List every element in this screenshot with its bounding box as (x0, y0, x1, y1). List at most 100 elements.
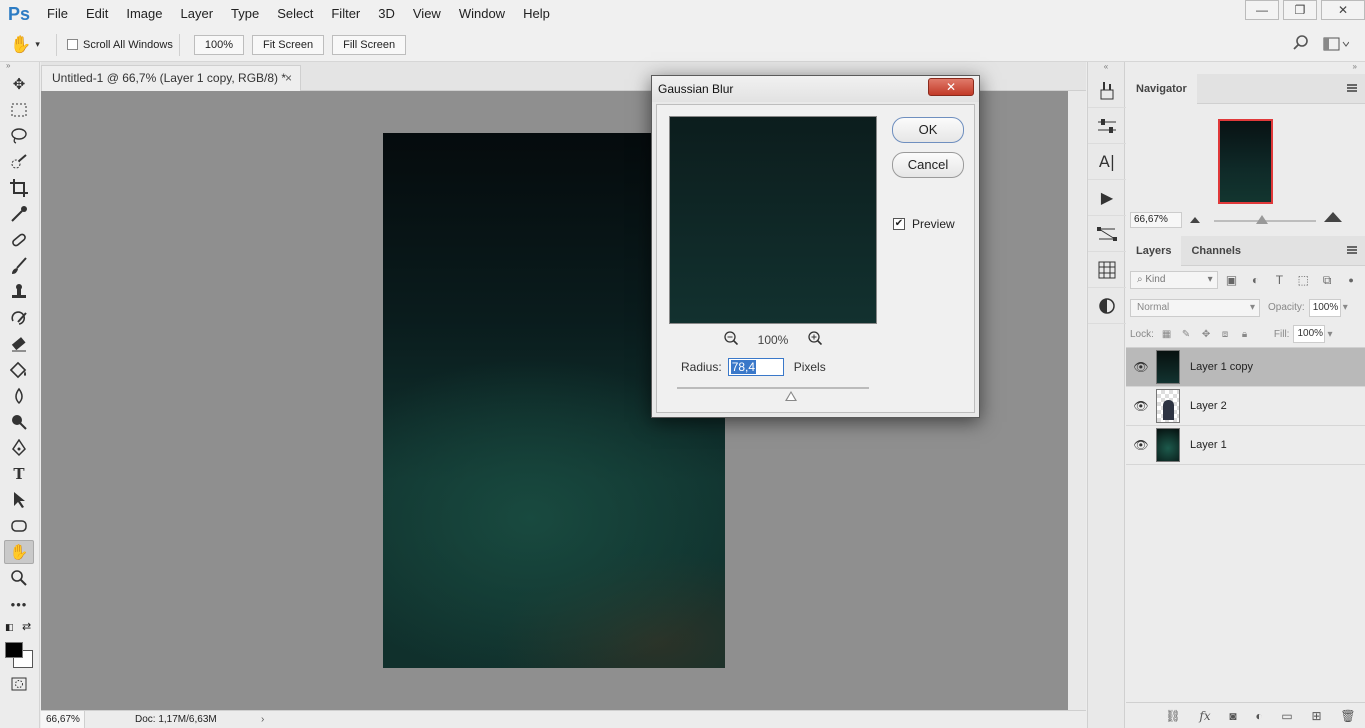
vertical-scrollbar[interactable] (1068, 91, 1086, 710)
scroll-all-windows-checkbox[interactable]: Scroll All Windows (67, 39, 173, 51)
eyedropper-tool-icon[interactable] (4, 202, 34, 226)
zoom-out-icon[interactable] (722, 331, 740, 348)
move-tool-icon[interactable]: ✥ (4, 72, 34, 96)
menu-view[interactable]: View (404, 0, 450, 28)
fit-screen-button[interactable]: Fit Screen (252, 34, 325, 55)
fill-dropdown-icon[interactable]: ▾ (1327, 329, 1332, 340)
radius-value[interactable]: 78,4 (730, 360, 757, 374)
preview-check-icon[interactable]: ✔ (893, 218, 905, 230)
type-tool-icon[interactable]: T (4, 462, 34, 486)
status-zoom-field[interactable]: 66,67% (41, 711, 85, 728)
layers-menu-icon[interactable] (1347, 246, 1357, 254)
layer-row[interactable]: 👁︎ Layer 1 (1126, 426, 1365, 465)
fill-screen-button[interactable]: Fill Screen (332, 34, 407, 55)
menu-edit[interactable]: Edit (77, 0, 117, 28)
paths-icon[interactable] (1088, 216, 1126, 252)
close-window-button[interactable]: ✕ (1321, 0, 1365, 20)
quick-mask-icon[interactable] (4, 672, 34, 696)
layer-thumbnail[interactable] (1156, 428, 1180, 462)
layer-thumbnail[interactable] (1156, 389, 1180, 423)
pen-tool-icon[interactable] (4, 436, 34, 460)
status-menu-arrow-icon[interactable]: › (261, 711, 264, 728)
eraser-tool-icon[interactable] (4, 332, 34, 356)
filter-pixel-icon[interactable]: ▣ (1222, 273, 1242, 287)
brush-presets-icon[interactable] (1088, 72, 1126, 108)
radius-slider[interactable] (677, 387, 869, 389)
menu-3d[interactable]: 3D (369, 0, 404, 28)
filter-adjustment-icon[interactable]: ◐ (1246, 273, 1266, 287)
menu-window[interactable]: Window (450, 0, 514, 28)
lock-all-icon[interactable]: 🔒︎ (1242, 329, 1262, 340)
zoom-in-mountain-icon[interactable] (1324, 212, 1342, 222)
clone-stamp-tool-icon[interactable] (4, 280, 34, 304)
radius-slider-knob[interactable] (785, 391, 797, 401)
fill-field[interactable]: 100% (1293, 325, 1326, 343)
cancel-button[interactable]: Cancel (892, 152, 964, 178)
navigator-menu-icon[interactable] (1347, 84, 1357, 92)
healing-brush-tool-icon[interactable] (4, 228, 34, 252)
lock-transparent-icon[interactable]: ▦ (1162, 329, 1182, 340)
lock-artboard-icon[interactable]: ⧈ (1222, 329, 1242, 340)
new-group-icon[interactable]: ▭ (1281, 709, 1292, 723)
hand-tool-icon[interactable]: ✋ (4, 540, 34, 564)
blur-tool-icon[interactable] (4, 384, 34, 408)
more-tools-icon[interactable]: ••• (4, 592, 34, 616)
visibility-eye-icon[interactable]: 👁︎ (1126, 438, 1156, 452)
zoom-100-button[interactable]: 100% (193, 34, 244, 55)
actions-play-icon[interactable]: ▶ (1088, 180, 1126, 216)
tab-layers[interactable]: Layers (1126, 235, 1182, 266)
blur-preview[interactable] (669, 116, 877, 324)
radius-input[interactable]: 78,4 (727, 358, 784, 376)
menu-help[interactable]: Help (514, 0, 559, 28)
lasso-tool-icon[interactable] (4, 124, 34, 148)
shape-tool-icon[interactable] (4, 514, 34, 538)
preview-checkbox[interactable]: ✔ Preview (893, 217, 955, 231)
add-mask-icon[interactable]: ◙ (1229, 709, 1236, 723)
navigator-slider-knob[interactable] (1256, 215, 1268, 224)
search-icon[interactable] (1293, 35, 1309, 55)
layer-style-icon[interactable]: fx (1199, 709, 1210, 723)
dodge-tool-icon[interactable] (4, 410, 34, 434)
collapse-icons-icon[interactable]: « (1088, 62, 1124, 72)
minimize-button[interactable]: — (1245, 0, 1279, 20)
character-panel-icon[interactable]: A| (1088, 144, 1126, 180)
dialog-close-button[interactable]: ✕ (928, 78, 974, 96)
filter-toggle-icon[interactable]: ● (1341, 275, 1361, 285)
menu-type[interactable]: Type (222, 0, 268, 28)
foreground-color-swatch[interactable] (5, 642, 23, 658)
navigator-zoom-field[interactable]: 66,67% (1130, 212, 1182, 228)
ok-button[interactable]: OK (892, 117, 964, 143)
new-adjustment-layer-icon[interactable]: ◐ (1255, 709, 1262, 723)
kind-filter-dropdown[interactable]: ⌕ Kind ▾ (1130, 271, 1218, 289)
menu-select[interactable]: Select (268, 0, 322, 28)
path-selection-tool-icon[interactable] (4, 488, 34, 512)
adjustments-sliders-icon[interactable] (1088, 108, 1126, 144)
blend-mode-dropdown[interactable]: Normal ▾ (1130, 298, 1260, 317)
history-brush-tool-icon[interactable] (4, 306, 34, 330)
default-colors-icon[interactable]: ◧ (5, 622, 14, 633)
opacity-dropdown-icon[interactable]: ▾ (1343, 302, 1348, 313)
collapse-toolbar-icon[interactable]: » (0, 62, 39, 70)
swap-colors-icon[interactable]: ⇄ (22, 620, 31, 633)
adjustments-panel-icon[interactable] (1088, 288, 1126, 324)
menu-filter[interactable]: Filter (322, 0, 369, 28)
tab-navigator[interactable]: Navigator (1126, 73, 1197, 104)
opacity-field[interactable]: 100% (1308, 298, 1341, 317)
layer-name[interactable]: Layer 1 copy (1190, 361, 1253, 373)
menu-layer[interactable]: Layer (172, 0, 223, 28)
restore-button[interactable]: ❐ (1283, 0, 1317, 20)
menu-file[interactable]: File (38, 0, 77, 28)
hand-tool-preset-icon[interactable]: ✋ ▾ (0, 35, 50, 55)
document-tab[interactable]: Untitled-1 @ 66,7% (Layer 1 copy, RGB/8)… (41, 65, 301, 91)
brush-tool-icon[interactable] (4, 254, 34, 278)
layer-row[interactable]: 👁︎ Layer 1 copy (1126, 348, 1365, 387)
new-layer-icon[interactable]: ⊞ (1312, 709, 1322, 723)
paint-bucket-tool-icon[interactable] (4, 358, 34, 382)
close-tab-icon[interactable]: × (285, 66, 292, 91)
zoom-in-icon[interactable] (806, 331, 824, 348)
layer-name[interactable]: Layer 1 (1190, 439, 1227, 451)
grid-panel-icon[interactable] (1088, 252, 1126, 288)
quick-selection-tool-icon[interactable] (4, 150, 34, 174)
lock-image-icon[interactable]: ✎ (1182, 329, 1202, 340)
lock-position-icon[interactable]: ✥ (1202, 329, 1222, 340)
